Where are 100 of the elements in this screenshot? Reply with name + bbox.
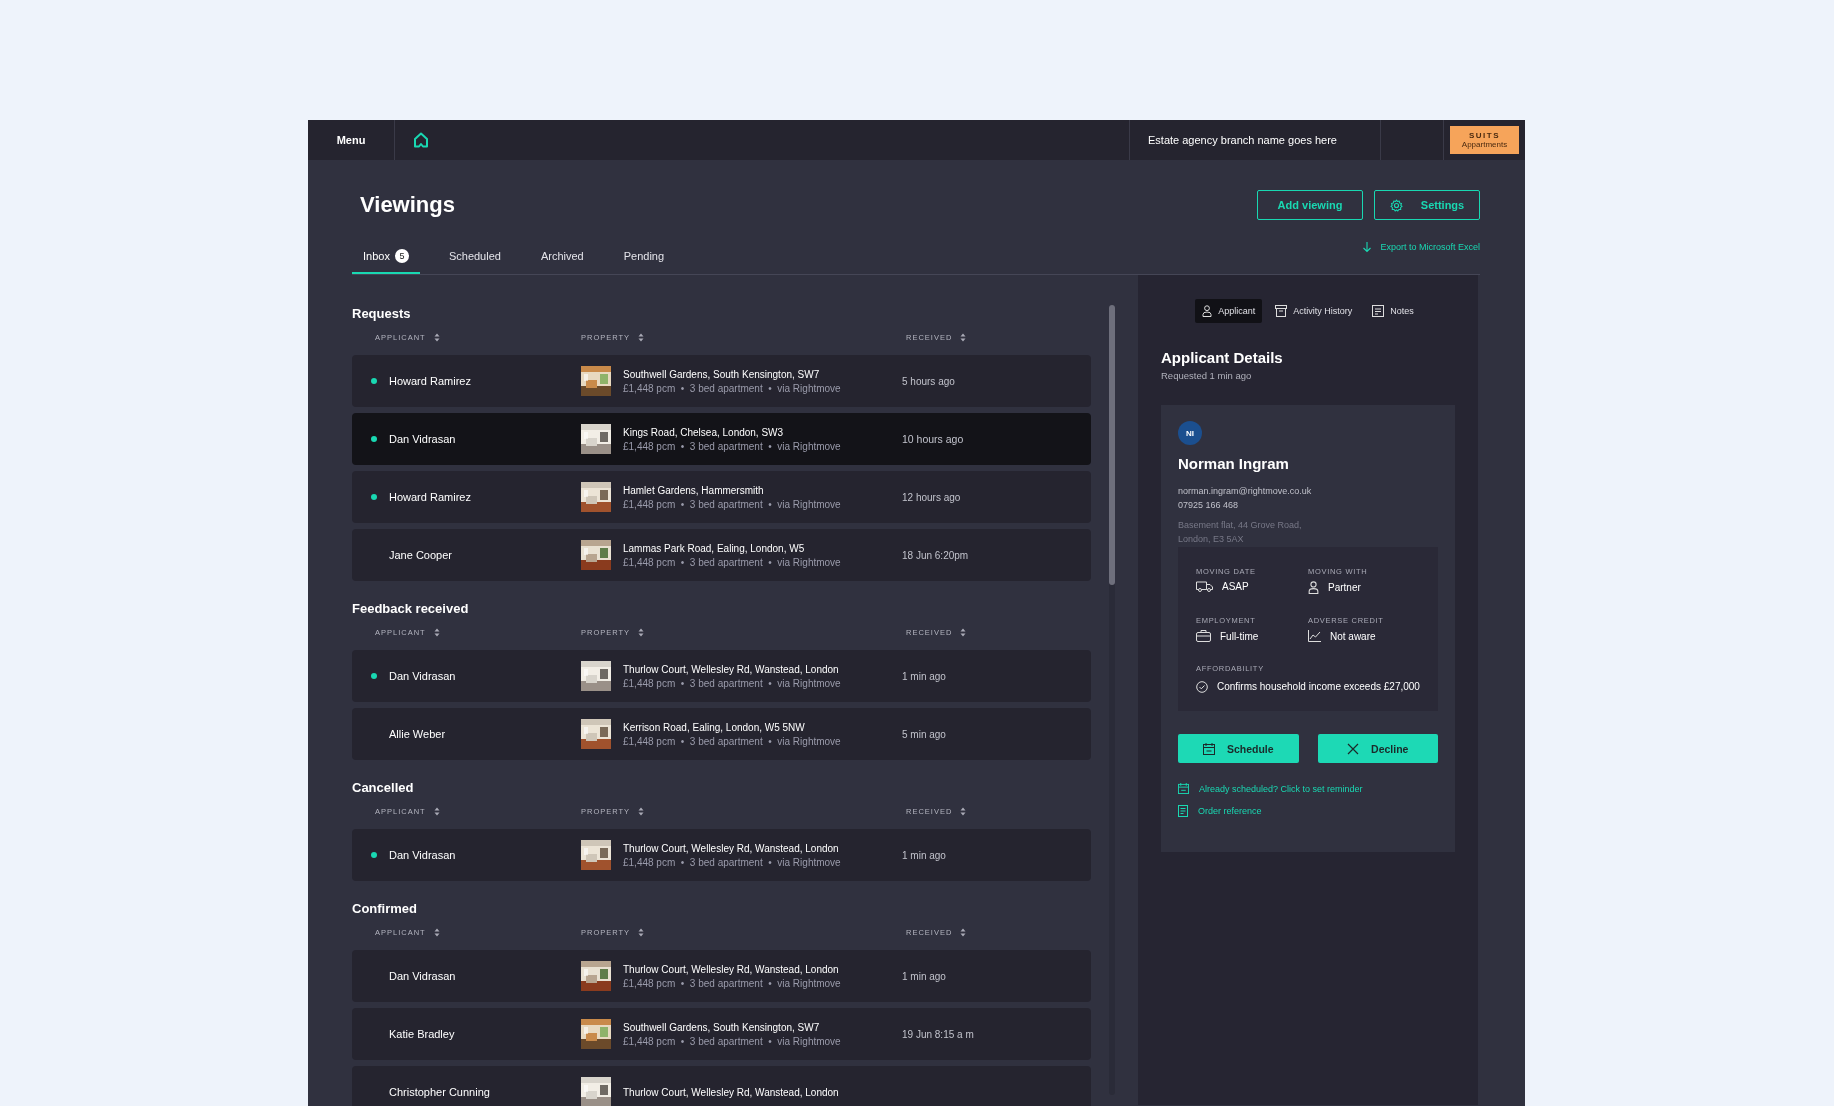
applicant-name: Jane Cooper (389, 549, 452, 561)
action-link[interactable]: Already scheduled? Click to set reminder (1178, 783, 1438, 794)
applicant-phone: 07925 166 468 (1178, 499, 1240, 512)
applicant-name: Katie Bradley (389, 1028, 455, 1040)
property-address: Thurlow Court, Wellesley Rd, Wanstead, London (623, 1086, 839, 1098)
action-button[interactable]: Decline (1317, 734, 1438, 763)
panel-tab[interactable]: Activity History (1268, 299, 1360, 323)
home-icon[interactable] (412, 131, 430, 149)
address-line: Basement flat, 44 Grove Road, (1178, 519, 1303, 532)
person-icon (1202, 305, 1213, 317)
property-details: £1,448 pcm • 3 bed apartment • via Rightmove (623, 440, 841, 452)
page-title: Viewings (360, 192, 455, 218)
applicant-name: Allie Weber (389, 728, 446, 740)
received-time: 10 hours ago (902, 433, 964, 445)
applicant-name: Howard Ramirez (389, 491, 471, 503)
received-time: 5 min ago (902, 728, 946, 740)
property-address: Hamlet Gardens, Hammersmith (623, 484, 765, 496)
tab[interactable]: Pending (612, 250, 676, 274)
archive-icon (1275, 305, 1288, 317)
viewing-row[interactable]: Allie Weber Kerrison Road, Ealing, London, W5 5NW £1,448 pcm • 3 bed apartment • via Rightmove 5 min ago (352, 708, 1091, 760)
sort-icon (960, 927, 967, 937)
sort-icon (960, 806, 967, 816)
export-link[interactable]: Export to Microsoft Excel (1362, 241, 1480, 253)
received-time: 1 min ago (902, 970, 946, 982)
sort-icon (638, 806, 645, 816)
applicant-name: Christopher Cunning (389, 1086, 490, 1098)
received-time: 1 min ago (902, 849, 946, 861)
settings-icon (1389, 198, 1403, 212)
close-icon (1347, 742, 1360, 755)
scrollbar[interactable] (1109, 305, 1115, 1095)
applicant-name: Howard Ramirez (389, 375, 471, 387)
download-icon (1362, 241, 1373, 253)
calendar-icon (1178, 783, 1189, 794)
address-line: London, E3 5AX (1178, 533, 1245, 546)
received-time: 18 Jun 6:20pm (902, 549, 969, 561)
property-address: Lammas Park Road, Ealing, London, W5 (623, 542, 806, 554)
viewing-row[interactable]: Dan Vidrasan Thurlow Court, Wellesley Rd, Wanstead, London £1,448 pcm • 3 bed apartment • via Rightmove 1 min ago (352, 950, 1091, 1002)
calendar-icon (1202, 742, 1215, 755)
fact-value: Not aware (1330, 630, 1376, 642)
section-title: Requests (352, 305, 412, 323)
viewing-row[interactable]: Katie Bradley Southwell Gardens, South Kensington, SW7 £1,448 pcm • 3 bed apartment • via Rightmove 19 Jun 8:15 a m (352, 1008, 1091, 1060)
tab[interactable]: Scheduled (437, 250, 512, 274)
property-details: £1,448 pcm • 3 bed apartment • via Rightmove (623, 977, 841, 989)
note-icon (1372, 305, 1385, 317)
branch-name: Estate agency branch name goes here (1129, 120, 1381, 160)
property-address: Kings Road, Chelsea, London, SW3 (623, 426, 785, 438)
panel-tab[interactable]: Applicant (1195, 299, 1263, 323)
fact-value: Full-time (1220, 630, 1259, 642)
sort-icon (433, 927, 440, 937)
viewing-row[interactable]: Jane Cooper Lammas Park Road, Ealing, London, W5 £1,448 pcm • 3 bed apartment • via Rightmove 18 Jun 6:20pm (352, 529, 1091, 581)
panel-title: Applicant Details (1161, 349, 1284, 366)
received-time: 1 min ago (902, 670, 946, 682)
action-button[interactable]: Settings (1374, 190, 1480, 220)
applicant-name: Dan Vidrasan (389, 849, 456, 861)
sort-icon (960, 627, 967, 637)
viewing-row[interactable]: Dan Vidrasan Thurlow Court, Wellesley Rd, Wanstead, London £1,448 pcm • 3 bed apartment • via Rightmove 1 min ago (352, 829, 1091, 881)
action-button[interactable]: Schedule (1178, 734, 1299, 763)
action-link[interactable]: Order reference (1178, 805, 1438, 817)
property-address: Southwell Gardens, South Kensington, SW7 (623, 1021, 821, 1033)
tab[interactable]: Archived (529, 250, 595, 274)
property-address: Thurlow Court, Wellesley Rd, Wanstead, London (623, 663, 840, 675)
applicant-email: norman.ingram@rightmove.co.uk (1178, 485, 1313, 498)
property-details: £1,448 pcm • 3 bed apartment • via Rightmove (623, 556, 841, 568)
applicant-name: Dan Vidrasan (389, 433, 456, 445)
sort-icon (638, 927, 645, 937)
applicant-name: Dan Vidrasan (389, 970, 456, 982)
count-badge: 5 (394, 249, 409, 263)
truck-icon (1196, 581, 1213, 592)
sort-icon (960, 332, 967, 342)
property-details: £1,448 pcm • 3 bed apartment • via Rightmove (623, 498, 841, 510)
received-time: 5 hours ago (902, 375, 955, 387)
sort-icon (433, 332, 440, 342)
panel-tab[interactable]: Notes (1365, 299, 1421, 323)
sort-icon (433, 806, 440, 816)
person-icon (1308, 581, 1319, 594)
menu-button[interactable]: Menu (308, 120, 395, 160)
action-button[interactable]: Add viewing (1257, 190, 1363, 220)
property-address: Thurlow Court, Wellesley Rd, Wanstead, London (623, 963, 840, 975)
fact-value: Partner (1328, 582, 1361, 593)
received-time: 19 Jun 8:15 a m (902, 1028, 974, 1040)
viewing-row[interactable]: Dan Vidrasan Kings Road, Chelsea, London, SW3 £1,448 pcm • 3 bed apartment • via Rightmove 10 hours ago (352, 413, 1091, 465)
viewing-row[interactable]: Christopher Cunning Thurlow Court, Wellesley Rd, Wanstead, London (352, 1066, 1091, 1106)
briefcase-icon (1196, 630, 1211, 642)
applicant-name: Norman Ingram (1178, 455, 1290, 472)
fact-value: Confirms household income exceeds £27,000 (1217, 680, 1420, 694)
request-time: Requested 1 min ago (1161, 370, 1253, 381)
section-title: Cancelled (352, 779, 415, 797)
agency-logo: SUITS Appartments (1450, 126, 1519, 154)
property-details: £1,448 pcm • 3 bed apartment • via Rightmove (623, 382, 841, 394)
applicant-name: Dan Vidrasan (389, 670, 456, 682)
section-title: Confirmed (352, 900, 418, 918)
sort-icon (433, 627, 440, 637)
property-address: Southwell Gardens, South Kensington, SW7 (623, 368, 821, 380)
viewing-row[interactable]: Howard Ramirez Southwell Gardens, South Kensington, SW7 £1,448 pcm • 3 bed apartment • via Rightmove 5 hours ago (352, 355, 1091, 407)
chart-icon (1308, 630, 1321, 642)
document-icon (1178, 805, 1188, 817)
tab[interactable]: Inbox 5 (352, 250, 420, 274)
viewing-row[interactable]: Dan Vidrasan Thurlow Court, Wellesley Rd, Wanstead, London £1,448 pcm • 3 bed apartment • via Rightmove 1 min ago (352, 650, 1091, 702)
section-title: Feedback received (352, 600, 470, 618)
viewing-row[interactable]: Howard Ramirez Hamlet Gardens, Hammersmith £1,448 pcm • 3 bed apartment • via Rightmove 12 hours ago (352, 471, 1091, 523)
